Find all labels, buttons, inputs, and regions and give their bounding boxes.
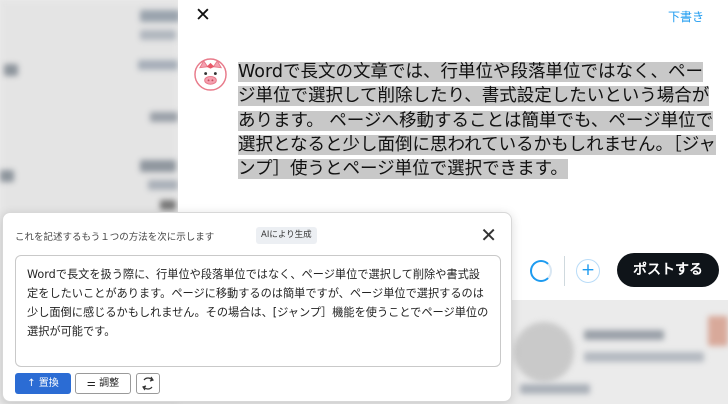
- arrow-up-icon: ↑: [27, 378, 39, 389]
- close-icon[interactable]: ✕: [192, 4, 214, 26]
- regenerate-button[interactable]: [136, 373, 160, 394]
- adjust-button[interactable]: ⚌ 調整: [75, 373, 131, 394]
- adjust-label: 調整: [99, 378, 120, 389]
- toolbar-divider: [564, 256, 565, 286]
- tweet-textarea[interactable]: Wordで長文の文章では、行単位や段落単位ではなく、ページ単位で選択して削除した…: [238, 60, 716, 181]
- ai-generated-badge: AIにより生成: [256, 227, 317, 244]
- character-count-ring-icon: [530, 260, 552, 282]
- replace-button[interactable]: ↑ 置換: [15, 373, 71, 394]
- sliders-icon: ⚌: [86, 378, 100, 389]
- drafts-button[interactable]: 下書き: [668, 8, 704, 25]
- selected-text: Wordで長文の文章では、行単位や段落単位ではなく、ページ単位で選択して削除した…: [238, 62, 716, 180]
- ai-popup-heading: これを記述するもう１つの方法を次に示します: [15, 232, 215, 243]
- replace-label: 置換: [38, 378, 59, 389]
- ai-suggestion-text: Wordで長文を扱う際に、行単位や段落単位ではなく、ページ単位で選択して削除や書…: [27, 268, 489, 338]
- plus-icon[interactable]: +: [576, 259, 600, 283]
- post-button[interactable]: ポストする: [617, 253, 719, 287]
- ai-rewrite-popup: これを記述するもう１つの方法を次に示します AIにより生成 ✕ Wordで長文を…: [2, 212, 512, 402]
- ai-suggestion-box[interactable]: Wordで長文を扱う際に、行単位や段落単位ではなく、ページ単位で選択して削除や書…: [15, 255, 501, 367]
- avatar[interactable]: [194, 58, 227, 91]
- close-icon[interactable]: ✕: [480, 224, 497, 246]
- refresh-icon: [142, 376, 154, 391]
- compose-toolbar: + ポストする: [508, 252, 728, 288]
